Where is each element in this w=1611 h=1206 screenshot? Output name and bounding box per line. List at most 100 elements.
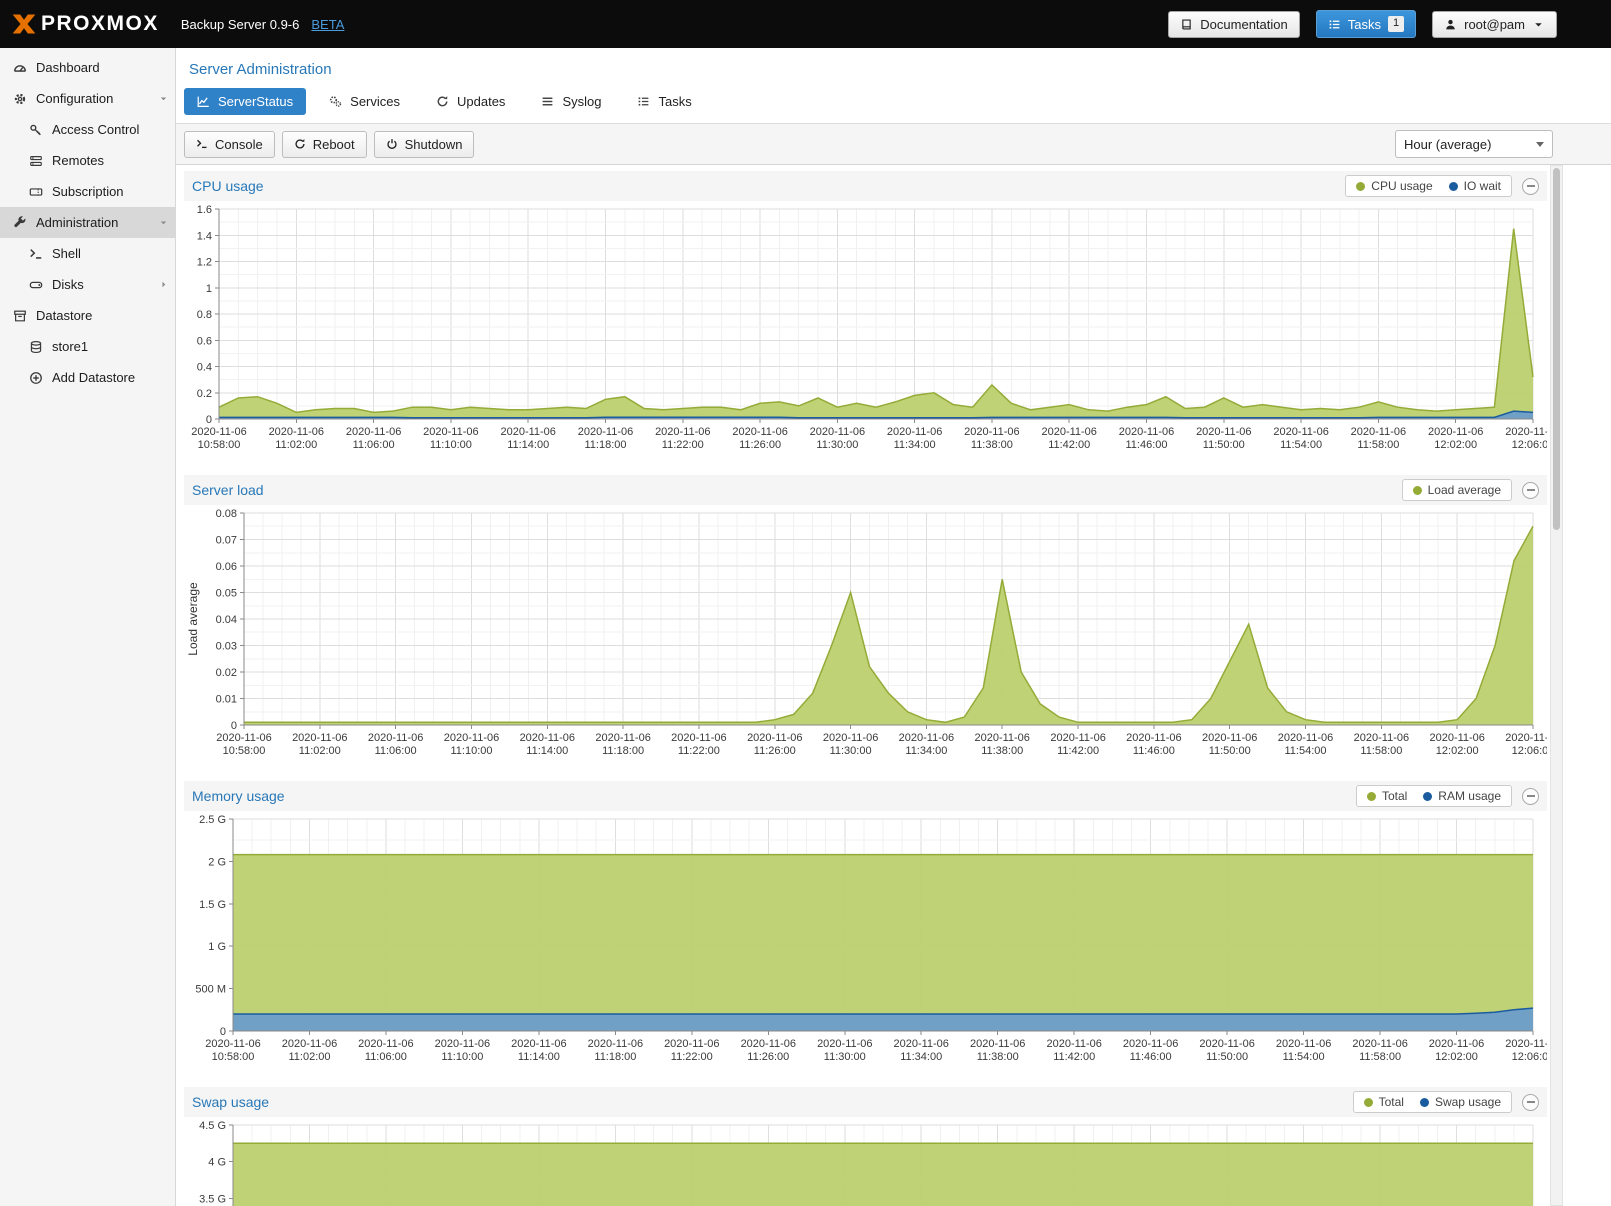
svg-text:2020-11-06: 2020-11-06 <box>1429 1038 1484 1050</box>
plus-circle-icon <box>28 371 44 385</box>
svg-text:1: 1 <box>206 283 212 295</box>
sidebar-item-administration[interactable]: Administration <box>0 207 175 238</box>
panel-title: Server load <box>192 482 264 498</box>
legend-item-cpu-usage[interactable]: CPU usage <box>1356 179 1432 193</box>
legend-item-swap-usage[interactable]: Swap usage <box>1420 1095 1501 1109</box>
tab-serverstatus[interactable]: ServerStatus <box>184 88 306 115</box>
svg-text:1 G: 1 G <box>208 941 226 953</box>
chart-legend: Total RAM usage <box>1356 785 1512 807</box>
svg-text:2020-11-06: 2020-11-06 <box>1202 732 1257 744</box>
tasks-badge: 1 <box>1388 16 1404 31</box>
sidebar: Dashboard ConfigurationAccess ControlRemo… <box>0 48 176 1206</box>
reboot-button[interactable]: Reboot <box>282 131 367 158</box>
collapse-panel-button[interactable] <box>1522 178 1539 195</box>
svg-text:11:58:00: 11:58:00 <box>1360 745 1402 757</box>
beta-link[interactable]: BETA <box>311 17 344 32</box>
svg-text:2.5 G: 2.5 G <box>199 814 226 826</box>
legend-item-load-average[interactable]: Load average <box>1413 483 1501 497</box>
svg-text:0.06: 0.06 <box>216 561 237 573</box>
legend-dot-icon <box>1367 792 1376 801</box>
legend-item-ram-usage[interactable]: RAM usage <box>1423 789 1501 803</box>
sidebar-item-dashboard[interactable]: Dashboard <box>0 52 175 83</box>
select-caret-icon <box>1536 142 1544 147</box>
tab-updates[interactable]: Updates <box>423 88 518 115</box>
sidebar-item-subscription[interactable]: Subscription <box>0 176 175 207</box>
tab-syslog[interactable]: Syslog <box>528 88 614 115</box>
caret-down-icon[interactable] <box>158 93 169 104</box>
panel-title: Swap usage <box>192 1094 269 1110</box>
svg-text:2020-11-06: 2020-11-06 <box>1428 426 1483 438</box>
svg-text:10:58:00: 10:58:00 <box>212 1051 255 1063</box>
svg-text:11:18:00: 11:18:00 <box>602 745 644 757</box>
gauge-icon <box>12 61 28 75</box>
legend-item-total[interactable]: Total <box>1367 789 1407 803</box>
svg-text:4.5 G: 4.5 G <box>199 1120 226 1132</box>
svg-text:2020-11-06: 2020-11-06 <box>974 732 1029 744</box>
sidebar-item-remotes[interactable]: Remotes <box>0 145 175 176</box>
sidebar-item-store1[interactable]: store1 <box>0 331 175 362</box>
svg-text:2 G: 2 G <box>208 856 226 868</box>
chart-cpu-usage: 00.20.40.60.811.21.41.62020-11-0610:58:0… <box>184 201 1547 461</box>
shutdown-button[interactable]: Shutdown <box>374 131 475 158</box>
sidebar-item-access-control[interactable]: Access Control <box>0 114 175 145</box>
svg-text:2020-11-06: 2020-11-06 <box>282 1038 337 1050</box>
list-icon <box>541 95 554 108</box>
legend-dot-icon <box>1364 1098 1373 1107</box>
chart-legend: CPU usage IO wait <box>1345 175 1512 197</box>
svg-text:2020-11-06: 2020-11-06 <box>1429 732 1484 744</box>
legend-label: Total <box>1382 789 1407 803</box>
collapse-panel-button[interactable] <box>1522 482 1539 499</box>
svg-text:11:38:00: 11:38:00 <box>977 1051 1019 1063</box>
console-button[interactable]: Console <box>184 131 275 158</box>
sidebar-item-label: Dashboard <box>36 60 100 75</box>
caret-down-icon[interactable] <box>158 217 169 228</box>
svg-text:11:38:00: 11:38:00 <box>971 439 1013 451</box>
legend-item-io-wait[interactable]: IO wait <box>1449 179 1501 193</box>
toolbar-button-label: Console <box>215 137 263 152</box>
svg-text:11:02:00: 11:02:00 <box>299 745 341 757</box>
svg-text:2020-11-06: 2020-11-06 <box>368 732 423 744</box>
svg-text:2020-11-06: 2020-11-06 <box>1276 1038 1331 1050</box>
svg-text:2020-11-06: 2020-11-06 <box>732 426 787 438</box>
svg-text:11:14:00: 11:14:00 <box>507 439 549 451</box>
tasks-label: Tasks <box>1348 17 1381 32</box>
legend-dot-icon <box>1423 792 1432 801</box>
caret-down-icon <box>1532 18 1545 31</box>
svg-text:11:26:00: 11:26:00 <box>739 439 781 451</box>
svg-text:2020-11-06: 2020-11-06 <box>810 426 865 438</box>
svg-text:0.4: 0.4 <box>197 362 212 374</box>
tasks-icon <box>1328 18 1341 31</box>
svg-text:0.2: 0.2 <box>197 388 212 400</box>
vertical-scrollbar[interactable] <box>1550 165 1563 1206</box>
svg-text:11:02:00: 11:02:00 <box>275 439 317 451</box>
svg-text:12:06:00: 12:06:00 <box>1512 439 1547 451</box>
sidebar-item-add-datastore[interactable]: Add Datastore <box>0 362 175 393</box>
svg-text:2020-11-06: 2020-11-06 <box>578 426 633 438</box>
collapse-panel-button[interactable] <box>1522 1094 1539 1111</box>
toolbar-button-label: Shutdown <box>405 137 463 152</box>
timeframe-select[interactable]: Hour (average) <box>1395 130 1553 158</box>
user-menu-button[interactable]: root@pam <box>1432 11 1557 38</box>
tab-tasks[interactable]: Tasks <box>624 88 704 115</box>
scrollbar-thumb[interactable] <box>1553 168 1560 530</box>
tab-services[interactable]: Services <box>316 88 413 115</box>
disk-icon <box>28 278 44 292</box>
timeframe-value: Hour (average) <box>1404 137 1491 152</box>
tab-label: Tasks <box>658 94 691 109</box>
sidebar-item-datastore[interactable]: Datastore <box>0 300 175 331</box>
collapse-panel-button[interactable] <box>1522 788 1539 805</box>
legend-dot-icon <box>1356 182 1365 191</box>
svg-text:11:42:00: 11:42:00 <box>1053 1051 1095 1063</box>
caret-right-icon[interactable] <box>158 279 169 290</box>
sidebar-item-configuration[interactable]: Configuration <box>0 83 175 114</box>
svg-text:2020-11-06: 2020-11-06 <box>1123 1038 1178 1050</box>
svg-text:10:58:00: 10:58:00 <box>198 439 241 451</box>
documentation-button[interactable]: Documentation <box>1168 11 1299 38</box>
sidebar-item-shell[interactable]: Shell <box>0 238 175 269</box>
sidebar-item-disks[interactable]: Disks <box>0 269 175 300</box>
tasks-button[interactable]: Tasks 1 <box>1316 10 1416 37</box>
legend-item-total[interactable]: Total <box>1364 1095 1404 1109</box>
svg-text:2020-11-06: 2020-11-06 <box>747 732 802 744</box>
panels: CPU usageCPU usageIO wait00.20.40.60.811… <box>184 171 1547 1206</box>
sidebar-item-label: Shell <box>52 246 81 261</box>
